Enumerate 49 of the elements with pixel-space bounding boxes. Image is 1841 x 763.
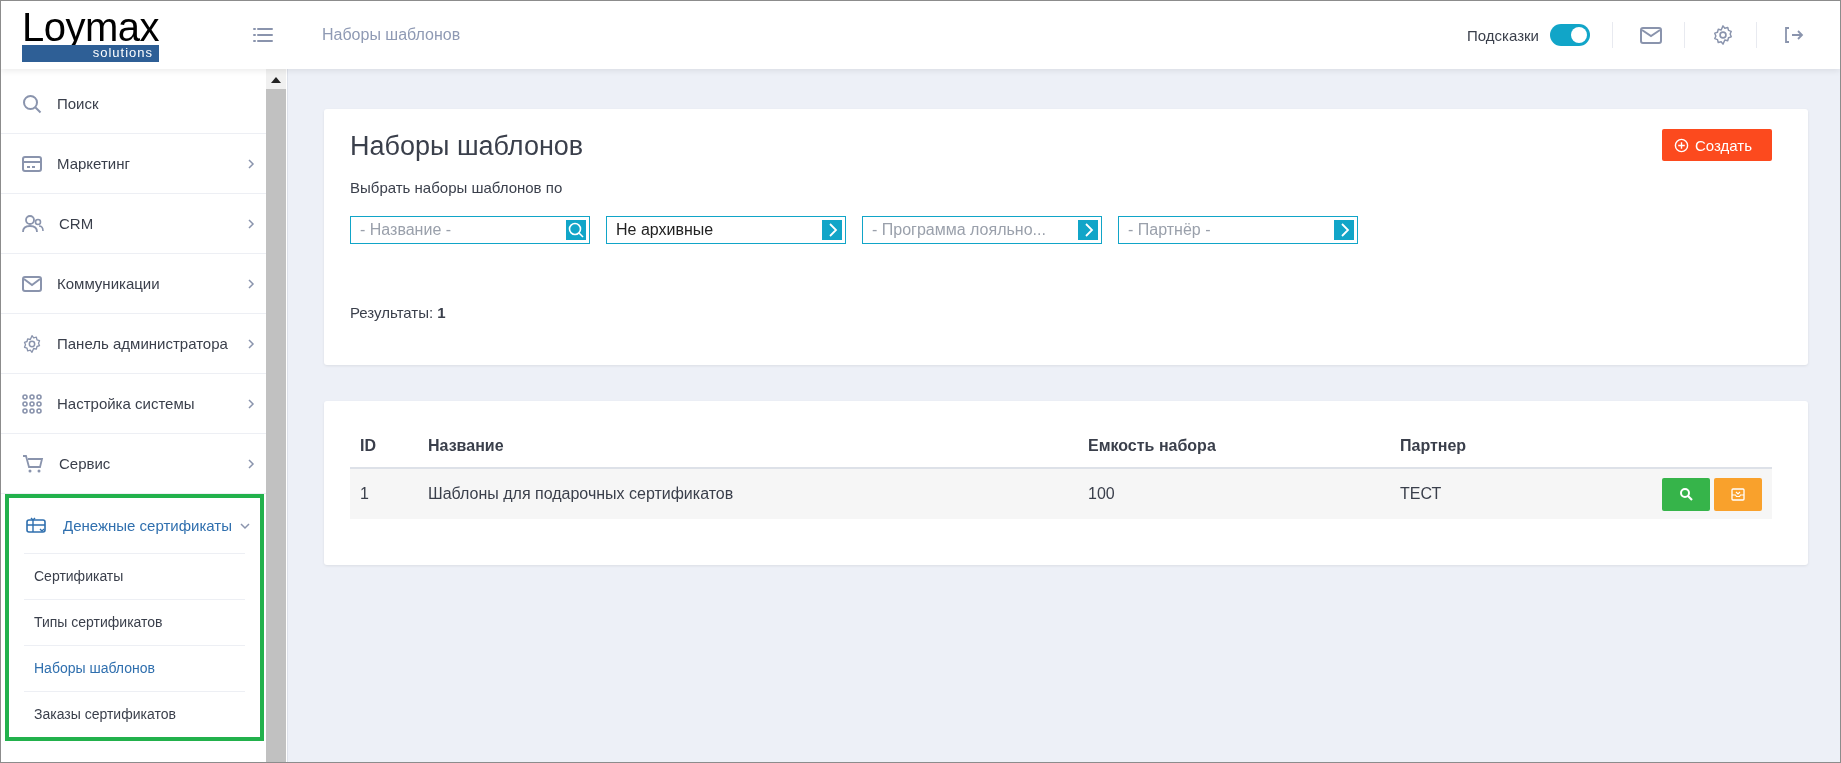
filter-label: Выбрать наборы шаблонов по xyxy=(350,179,564,196)
inbox-icon xyxy=(1731,487,1745,501)
scroll-up-icon[interactable] xyxy=(271,77,281,83)
table-cell: ТЕСТ xyxy=(1390,468,1547,519)
search-icon xyxy=(22,93,42,114)
search-icon[interactable] xyxy=(566,220,586,240)
submenu-item[interactable]: Типы сертификатов xyxy=(24,599,245,645)
logo[interactable]: Loymax solutions xyxy=(22,8,159,62)
settings-icon[interactable] xyxy=(1712,24,1734,46)
page-title: Наборы шаблонов xyxy=(350,131,584,162)
logout-icon[interactable] xyxy=(1784,27,1804,43)
submenu-item[interactable]: Сертификаты xyxy=(24,553,245,599)
chevron-right-icon xyxy=(247,217,255,230)
archive-button[interactable] xyxy=(1714,477,1762,511)
table-cell: Шаблоны для подарочных сертификатов xyxy=(418,468,1078,519)
menu-icon[interactable] xyxy=(253,28,273,42)
submenu-item[interactable]: Заказы сертификатов xyxy=(24,691,245,737)
scrollbar[interactable] xyxy=(266,69,286,762)
chevron-right-icon xyxy=(247,457,255,470)
logo-wordmark: Loymax xyxy=(22,8,159,45)
view-button[interactable] xyxy=(1662,477,1710,511)
select-field[interactable]: Не архивные xyxy=(606,216,846,244)
chevron-right-icon xyxy=(247,337,255,350)
chevron-right-icon[interactable] xyxy=(1078,220,1098,240)
table-cell: 100 xyxy=(1078,468,1390,519)
search-icon xyxy=(1679,487,1693,501)
gear-icon xyxy=(22,333,42,354)
logo-tagline: solutions xyxy=(22,44,159,62)
gift-card-icon xyxy=(26,516,48,535)
chevron-right-icon[interactable] xyxy=(1334,220,1354,240)
nav-item[interactable]: Денежные сертификаты xyxy=(9,498,260,553)
mail-icon[interactable] xyxy=(1640,26,1662,44)
cart-icon xyxy=(22,453,44,474)
submenu-item[interactable]: Наборы шаблонов xyxy=(24,645,245,691)
chevron-right-icon xyxy=(247,397,255,410)
results-label: Результаты: xyxy=(350,304,434,321)
card-icon xyxy=(22,155,42,172)
plus-circle-icon xyxy=(1674,137,1689,153)
results-count: 1 xyxy=(437,304,446,321)
mail-icon xyxy=(22,275,42,292)
table-cell: 1 xyxy=(350,468,418,519)
chevron-down-icon xyxy=(239,521,251,530)
chevron-right-icon xyxy=(247,277,255,290)
chevron-right-icon xyxy=(247,157,255,170)
hints-toggle[interactable] xyxy=(1550,24,1590,46)
dots-grid-icon xyxy=(22,393,42,414)
users-icon xyxy=(22,214,44,233)
hints-label: Подсказки xyxy=(1467,26,1539,44)
chevron-right-icon[interactable] xyxy=(822,220,842,240)
